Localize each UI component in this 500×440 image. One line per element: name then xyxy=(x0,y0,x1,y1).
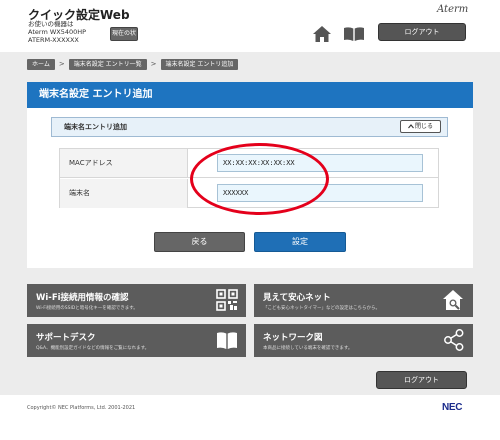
tile-wifi-info[interactable]: Wi-Fi接続用情報の確認 Wi-Fi接続用のSSIDと暗号化キーを確認できます… xyxy=(27,284,246,317)
breadcrumb-entry-add: 端末名設定 エントリ追加 xyxy=(160,58,239,70)
house-search-icon xyxy=(443,290,463,310)
book-icon xyxy=(217,332,237,349)
header: クイック設定Web お使いの機器は Aterm WX5400HP ATERM-X… xyxy=(0,0,500,52)
network-icon xyxy=(444,329,464,351)
qr-code-icon xyxy=(216,289,238,311)
back-button[interactable]: 戻る xyxy=(154,232,245,252)
logout-button-top[interactable]: ログアウト xyxy=(378,23,466,41)
tile-title: サポートデスク xyxy=(36,333,96,343)
tile-mieru-anshin-net[interactable]: 見えて安心ネット 「こども安心ネットタイマー」などの設定はこちらから。 xyxy=(254,284,473,317)
breadcrumb-entry-list[interactable]: 端末名設定 エントリ一覧 xyxy=(68,58,147,70)
aterm-logo: Aterm xyxy=(437,4,469,15)
device-name-label: 端末名 xyxy=(60,179,188,208)
close-button-label: 閉じる xyxy=(414,123,433,130)
subsection-header: 端末名エントリ追加 xyxy=(51,117,448,137)
page-title: 端末名設定 エントリ追加 xyxy=(27,82,473,108)
tile-network-map[interactable]: ネットワーク図 本商品に接続している端末を確認できます。 xyxy=(254,324,473,357)
device-info: お使いの機器は Aterm WX5400HP ATERM-XXXXXX xyxy=(28,20,86,44)
highlight-annotation xyxy=(190,143,329,215)
tile-description: 本商品に接続している端末を確認できます。 xyxy=(263,346,353,351)
tile-title: ネットワーク図 xyxy=(263,333,323,343)
nec-logo: NEC xyxy=(442,402,463,413)
close-button[interactable]: 閉じる xyxy=(400,120,441,133)
device-model: Aterm WX5400HP xyxy=(28,28,87,36)
tile-description: Wi-Fi接続用のSSIDと暗号化キーを確認できます。 xyxy=(36,306,138,311)
tile-title: Wi-Fi接続用情報の確認 xyxy=(36,293,129,303)
breadcrumb-separator: > xyxy=(58,60,65,68)
tile-description: Q&A、機能別設定ガイドなどの情報をご覧になれます。 xyxy=(36,346,150,351)
breadcrumb-home[interactable]: ホーム xyxy=(27,58,55,70)
tile-title: 見えて安心ネット xyxy=(263,293,331,303)
manual-book-icon[interactable] xyxy=(344,27,364,41)
device-label: お使いの機器は xyxy=(28,20,74,28)
breadcrumb-separator: > xyxy=(150,60,157,68)
breadcrumb: ホーム > 端末名設定 エントリ一覧 > 端末名設定 エントリ追加 xyxy=(27,58,239,70)
current-status-button[interactable]: 現在の状態 xyxy=(110,27,138,49)
home-icon[interactable] xyxy=(313,26,331,42)
device-id: ATERM-XXXXXX xyxy=(28,36,79,44)
copyright: Copyright© NEC Platforms, Ltd. 2001-2021 xyxy=(27,405,136,411)
logout-button-bottom[interactable]: ログアウト xyxy=(376,371,467,389)
tile-support-desk[interactable]: サポートデスク Q&A、機能別設定ガイドなどの情報をご覧になれます。 xyxy=(27,324,246,357)
tile-description: 「こども安心ネットタイマー」などの設定はこちらから。 xyxy=(263,306,380,311)
mac-address-label: MACアドレス xyxy=(60,149,188,177)
chevron-up-icon xyxy=(408,123,414,128)
set-button[interactable]: 設定 xyxy=(254,232,346,252)
